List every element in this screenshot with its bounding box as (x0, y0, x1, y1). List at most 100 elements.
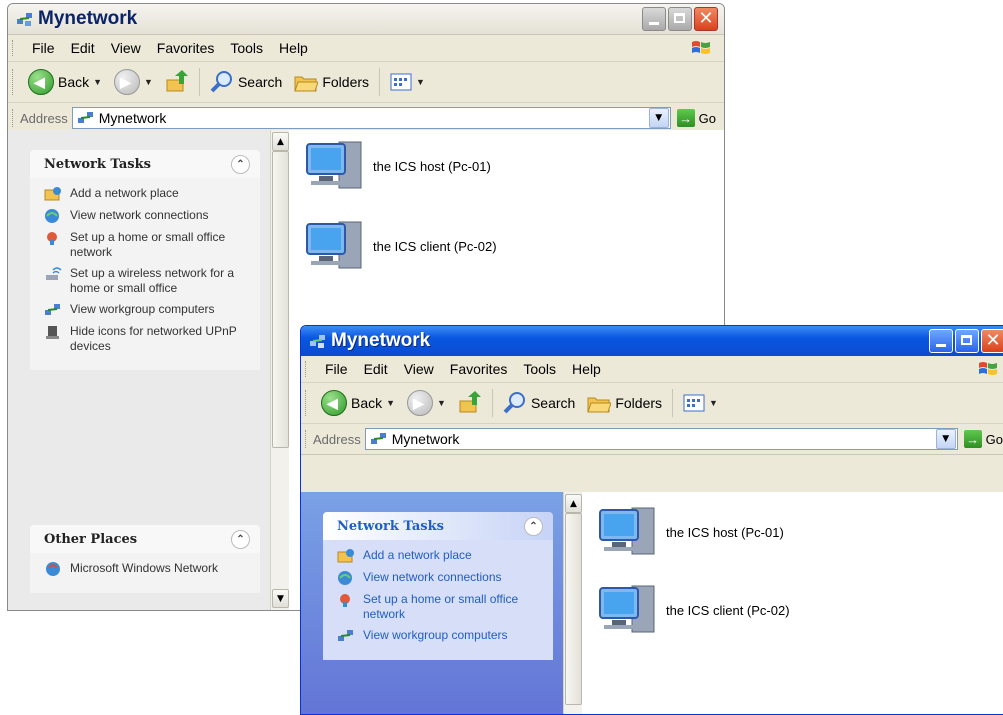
windows-logo-icon (979, 362, 997, 375)
scroll-down-button[interactable]: ▼ (272, 589, 289, 608)
folders-button[interactable]: Folders (581, 392, 668, 414)
computer-icon (599, 585, 655, 633)
menu-file[interactable]: File (24, 40, 63, 56)
wireless-icon (46, 267, 62, 280)
menu-bar: File Edit View Favorites Tools Help (301, 356, 1003, 383)
go-label: Go (985, 431, 1003, 447)
back-button[interactable]: ◀ Back ▼ (22, 69, 108, 95)
vertical-scrollbar[interactable]: ▲ ▼ (270, 130, 289, 610)
collapse-button[interactable]: ⌃ (231, 529, 250, 549)
address-input[interactable]: Mynetwork ▼ (71, 107, 671, 129)
up-folder-icon (166, 70, 188, 92)
task-hide-upnp[interactable]: Hide icons for networked UPnP devices (44, 324, 250, 354)
search-label: Search (237, 74, 283, 90)
item-label: the ICS client (Pc-02) (373, 238, 497, 254)
scroll-up-button[interactable]: ▲ (565, 494, 582, 513)
menu-file[interactable]: File (317, 361, 356, 377)
collapse-button[interactable]: ⌃ (524, 516, 543, 536)
task-label: View network connections (70, 208, 209, 222)
vertical-scrollbar[interactable]: ▲ (563, 492, 582, 714)
toolbar-grip[interactable] (305, 361, 309, 377)
task-view-network-connections[interactable]: View network connections (44, 208, 250, 224)
task-setup-wireless[interactable]: Set up a wireless network for a home or … (44, 266, 250, 296)
panel-header[interactable]: Network Tasks ⌃ (323, 512, 553, 540)
toolbar-grip[interactable] (305, 430, 309, 448)
forward-button[interactable]: ▶ ▼ (108, 69, 159, 95)
menu-edit[interactable]: Edit (356, 361, 396, 377)
menu-edit[interactable]: Edit (63, 40, 103, 56)
place-windows-network[interactable]: Microsoft Windows Network (44, 561, 250, 577)
menu-help[interactable]: Help (564, 361, 609, 377)
chevron-down-icon[interactable]: ▼ (93, 77, 102, 87)
network-places-icon (17, 13, 32, 26)
forward-arrow-icon: ▶ (407, 390, 434, 416)
computer-item[interactable]: the ICS host (Pc-01) (596, 500, 784, 564)
computer-item[interactable]: the ICS client (Pc-02) (596, 578, 790, 642)
menu-view[interactable]: View (103, 40, 149, 56)
task-view-workgroup[interactable]: View workgroup computers (44, 302, 250, 318)
scroll-thumb[interactable] (272, 151, 289, 448)
chevron-up-icon: ⌃ (529, 520, 538, 532)
close-button[interactable]: ✕ (981, 329, 1003, 353)
search-button[interactable]: Search (497, 391, 581, 415)
folders-button[interactable]: Folders (288, 71, 375, 93)
panel-header[interactable]: Network Tasks ⌃ (30, 150, 260, 178)
maximize-icon (961, 335, 972, 345)
toolbar-grip[interactable] (305, 390, 309, 416)
task-view-network-connections[interactable]: View network connections (337, 570, 543, 586)
minimize-button[interactable] (642, 7, 666, 31)
chevron-down-icon[interactable]: ▼ (386, 398, 395, 408)
go-button[interactable]: → Go (671, 109, 724, 127)
go-button[interactable]: → Go (958, 430, 1003, 448)
network-tasks-panel: Network Tasks ⌃ Add a network place View… (323, 512, 553, 660)
up-folder-button[interactable] (452, 391, 488, 415)
menu-view[interactable]: View (396, 361, 442, 377)
close-button[interactable]: ✕ (694, 7, 718, 31)
title-bar[interactable]: Mynetwork ✕ (8, 4, 724, 35)
scroll-thumb[interactable] (565, 513, 582, 705)
menu-tools[interactable]: Tools (515, 361, 564, 377)
address-dropdown-button[interactable]: ▼ (648, 108, 669, 128)
panel-header[interactable]: Other Places ⌃ (30, 525, 260, 553)
chevron-down-icon: ▼ (655, 113, 663, 123)
search-button[interactable]: Search (204, 70, 288, 94)
chevron-up-icon: ▲ (277, 136, 284, 147)
task-view-workgroup[interactable]: View workgroup computers (337, 628, 543, 644)
address-dropdown-button[interactable]: ▼ (935, 429, 956, 449)
task-label: Add a network place (363, 548, 472, 562)
computer-item[interactable]: the ICS host (Pc-01) (303, 134, 491, 198)
task-add-network-place[interactable]: Add a network place (44, 186, 250, 202)
chevron-down-icon[interactable]: ▼ (437, 398, 446, 408)
computer-item[interactable]: the ICS client (Pc-02) (303, 214, 497, 278)
scroll-up-button[interactable]: ▲ (272, 132, 289, 151)
maximize-button[interactable] (955, 329, 979, 353)
minimize-button[interactable] (929, 329, 953, 353)
toolbar-grip[interactable] (12, 40, 16, 56)
menu-favorites[interactable]: Favorites (149, 40, 223, 56)
views-button[interactable]: ▼ (384, 73, 431, 91)
address-input[interactable]: Mynetwork ▼ (364, 428, 958, 450)
up-folder-button[interactable] (159, 70, 195, 94)
menu-help[interactable]: Help (271, 40, 316, 56)
task-setup-home-network[interactable]: Set up a home or small office network (44, 230, 250, 260)
menu-favorites[interactable]: Favorites (442, 361, 516, 377)
collapse-button[interactable]: ⌃ (231, 154, 250, 174)
computer-icon (306, 221, 362, 269)
maximize-button[interactable] (668, 7, 692, 31)
search-label: Search (530, 395, 576, 411)
toolbar-grip[interactable] (12, 109, 16, 127)
title-bar[interactable]: Mynetwork ✕ (301, 326, 1003, 356)
chevron-down-icon[interactable]: ▼ (144, 77, 153, 87)
views-button[interactable]: ▼ (677, 394, 724, 412)
task-setup-home-network[interactable]: Set up a home or small office network (337, 592, 543, 622)
task-add-network-place[interactable]: Add a network place (337, 548, 543, 564)
forward-button[interactable]: ▶ ▼ (401, 390, 452, 416)
menu-bar: File Edit View Favorites Tools Help (8, 35, 724, 62)
explorer-window-front[interactable]: Mynetwork ✕ File Edit View Favorites Too… (300, 325, 1003, 715)
menu-tools[interactable]: Tools (222, 40, 271, 56)
chevron-down-icon[interactable]: ▼ (416, 77, 425, 87)
back-button[interactable]: ◀ Back ▼ (315, 390, 401, 416)
folders-label: Folders (322, 74, 370, 90)
chevron-down-icon[interactable]: ▼ (709, 398, 718, 408)
toolbar-grip[interactable] (12, 69, 16, 95)
